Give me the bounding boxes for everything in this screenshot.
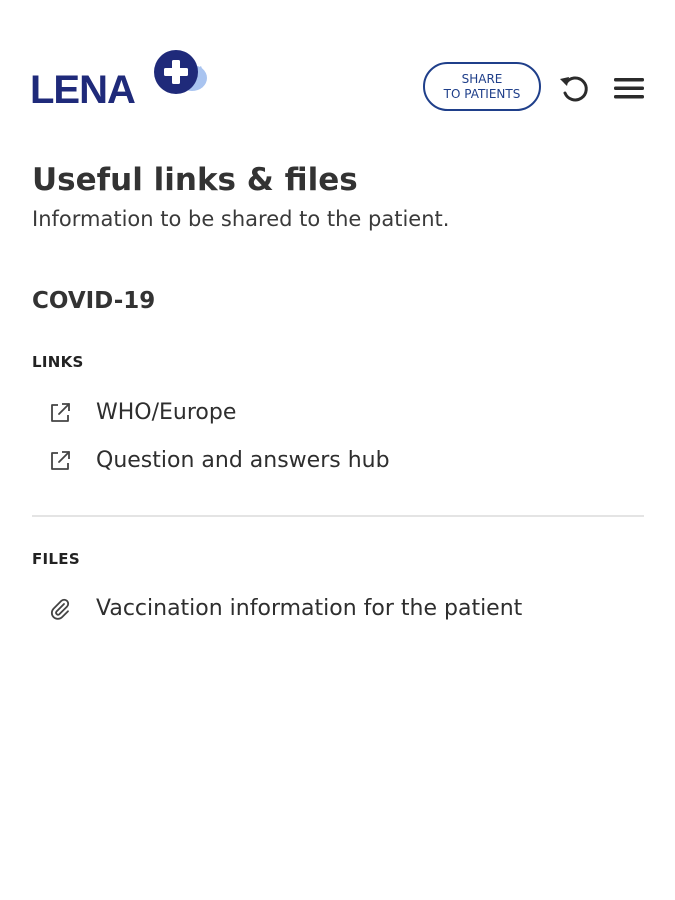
lena-logo: LENA <box>30 48 210 112</box>
refresh-button[interactable] <box>556 70 592 106</box>
medical-cross-badge-icon <box>154 50 207 94</box>
external-link-icon <box>46 399 74 427</box>
external-link-icon <box>46 447 74 475</box>
links-label: LINKS <box>32 353 84 371</box>
hamburger-menu-icon <box>614 78 644 99</box>
file-label: Vaccination information for the patient <box>96 596 523 621</box>
logo-wordmark: LENA <box>30 68 136 112</box>
link-label: WHO/Europe <box>96 400 237 425</box>
link-who-europe[interactable]: WHO/Europe <box>46 395 236 431</box>
section-divider <box>32 515 644 517</box>
paperclip-icon <box>46 595 74 623</box>
page-title: Useful links & files <box>32 162 358 198</box>
share-button-line2: TO PATIENTS <box>443 86 521 101</box>
app-header: LENA SHARE TO PATIENTS <box>0 0 675 130</box>
menu-button[interactable] <box>611 70 647 106</box>
section-title: COVID-19 <box>32 288 156 314</box>
page-subtitle: Information to be shared to the patient. <box>32 207 450 231</box>
link-qa-hub[interactable]: Question and answers hub <box>46 443 390 479</box>
refresh-icon <box>560 76 588 102</box>
file-vaccination-info[interactable]: Vaccination information for the patient <box>46 591 522 627</box>
link-label: Question and answers hub <box>96 448 390 473</box>
share-button-line1: SHARE <box>461 71 503 86</box>
share-to-patients-button[interactable]: SHARE TO PATIENTS <box>423 62 541 111</box>
files-label: FILES <box>32 550 80 568</box>
